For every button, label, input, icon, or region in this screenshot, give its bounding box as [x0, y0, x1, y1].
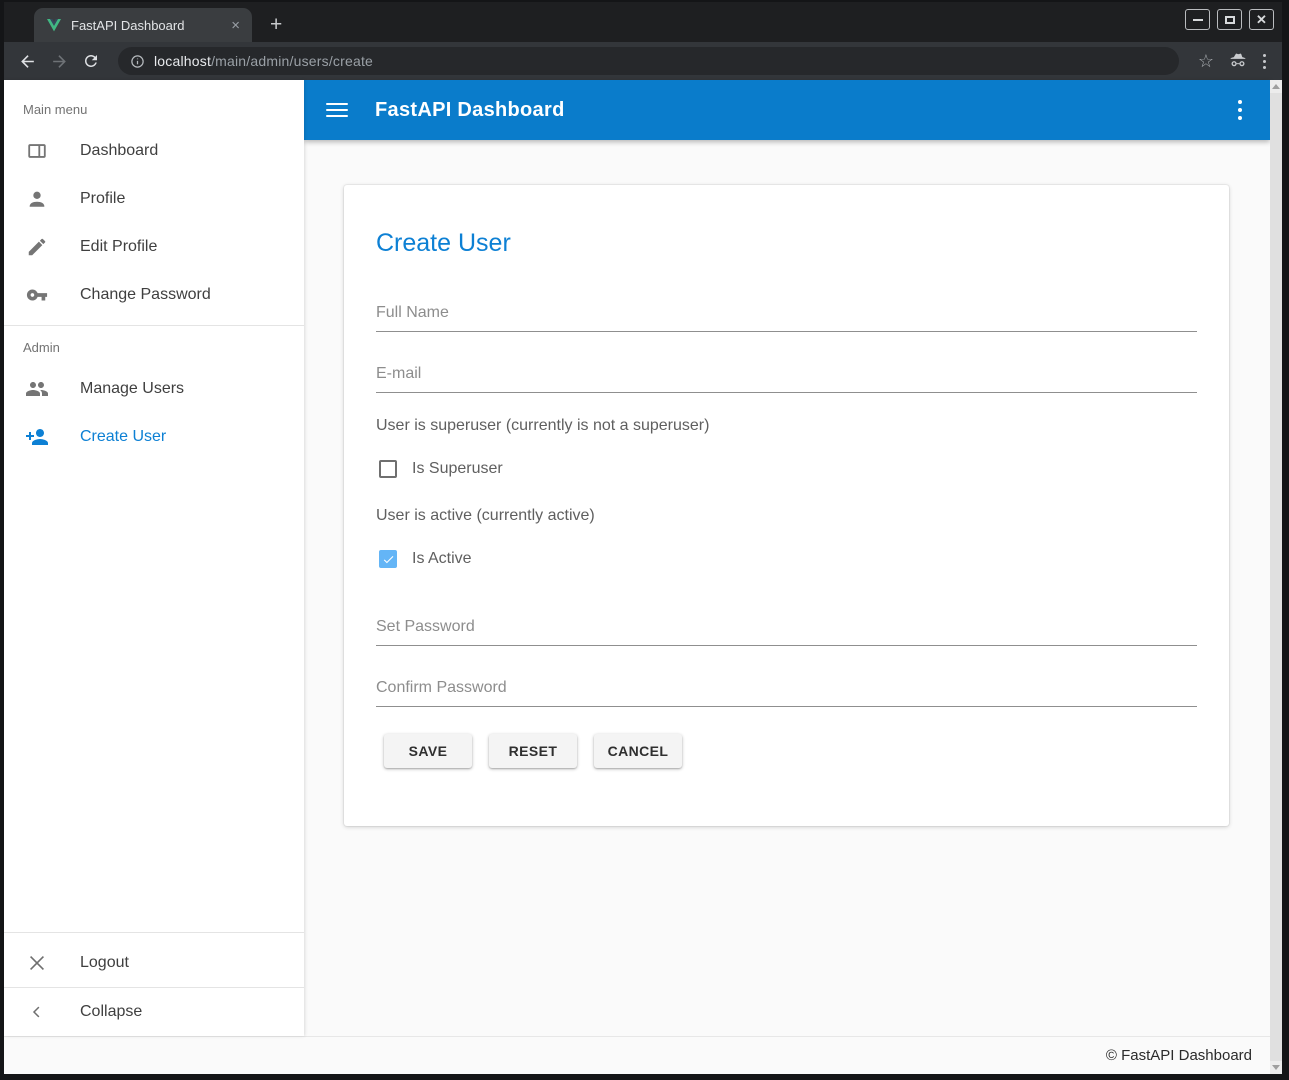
window-close-button[interactable]: ✕: [1249, 9, 1274, 30]
url-path: /main/admin/users/create: [211, 53, 373, 69]
sidebar-item-label: Profile: [80, 190, 125, 208]
browser-menu-icon[interactable]: [1257, 54, 1272, 69]
tab-strip: FastAPI Dashboard × + ✕: [4, 2, 1282, 42]
sidebar-item-create-user[interactable]: Create User: [4, 413, 304, 461]
sidebar: Main menu Dashboard Profile: [4, 80, 304, 1036]
person-icon: [25, 187, 49, 211]
key-icon: [25, 283, 49, 307]
is-active-checkbox[interactable]: Is Active: [379, 550, 1197, 568]
is-superuser-checkbox[interactable]: Is Superuser: [379, 460, 1197, 478]
minimize-button[interactable]: [1185, 9, 1210, 30]
sidebar-item-manage-users[interactable]: Manage Users: [4, 365, 304, 413]
page: Main menu Dashboard Profile: [4, 80, 1282, 1074]
sidebar-item-label: Manage Users: [80, 380, 184, 398]
browser-toolbar: localhost/main/admin/users/create ☆: [4, 42, 1282, 80]
forward-icon[interactable]: [46, 48, 72, 74]
set-password-field[interactable]: [376, 608, 1197, 646]
window-controls: ✕: [1185, 9, 1274, 30]
page-footer: © FastAPI Dashboard: [4, 1036, 1282, 1074]
sidebar-item-logout[interactable]: Logout: [4, 939, 304, 987]
browser-window: FastAPI Dashboard × + ✕ localhost/main/a…: [0, 0, 1289, 1080]
page-body: Main menu Dashboard Profile: [4, 80, 1282, 1036]
sidebar-item-change-password[interactable]: Change Password: [4, 271, 304, 319]
address-bar[interactable]: localhost/main/admin/users/create: [118, 47, 1179, 75]
app-title: FastAPI Dashboard: [375, 99, 565, 122]
bookmark-star-icon[interactable]: ☆: [1193, 48, 1219, 74]
close-icon: [25, 951, 49, 975]
sidebar-item-label: Collapse: [80, 1003, 142, 1021]
sidebar-item-profile[interactable]: Profile: [4, 175, 304, 223]
tab-close-icon[interactable]: ×: [229, 18, 242, 33]
sidebar-item-collapse[interactable]: Collapse: [4, 988, 304, 1036]
active-hint: User is active (currently active): [376, 507, 1197, 525]
form-actions: SAVE RESET CANCEL: [384, 734, 1197, 768]
main-area: FastAPI Dashboard Create User User is su…: [304, 80, 1270, 1036]
menu-icon[interactable]: [326, 103, 348, 117]
info-icon[interactable]: [130, 54, 145, 69]
new-tab-button[interactable]: +: [270, 14, 282, 35]
pencil-icon: [25, 235, 49, 259]
scrollbar-up-icon[interactable]: [1272, 84, 1280, 89]
superuser-hint: User is superuser (currently is not a su…: [376, 417, 1197, 435]
save-button[interactable]: SAVE: [384, 734, 472, 768]
copyright-text: © FastAPI Dashboard: [1106, 1047, 1252, 1064]
scrollbar-down-icon[interactable]: [1272, 1065, 1280, 1070]
divider: [4, 325, 304, 326]
tab-title: FastAPI Dashboard: [71, 18, 220, 33]
people-icon: [25, 377, 49, 401]
checkbox-unchecked-icon[interactable]: [379, 460, 397, 478]
page-title: Create User: [376, 229, 1197, 258]
back-icon[interactable]: [14, 48, 40, 74]
cancel-button[interactable]: CANCEL: [594, 734, 682, 768]
checkbox-checked-icon[interactable]: [379, 550, 397, 568]
app-menu-icon[interactable]: [1230, 100, 1250, 120]
checkbox-label: Is Active: [412, 550, 472, 568]
checkbox-label: Is Superuser: [412, 460, 503, 478]
sidebar-item-dashboard[interactable]: Dashboard: [4, 127, 304, 175]
reload-icon[interactable]: [78, 48, 104, 74]
confirm-password-field[interactable]: [376, 669, 1197, 707]
scrollbar[interactable]: [1270, 80, 1282, 1074]
incognito-icon: [1225, 48, 1251, 74]
chevron-left-icon: [25, 1000, 49, 1024]
dashboard-icon: [25, 139, 49, 163]
url-text: localhost/main/admin/users/create: [154, 53, 373, 69]
url-host: localhost: [154, 53, 211, 69]
sidebar-section-label-admin: Admin: [4, 332, 304, 365]
person-add-icon: [25, 425, 49, 449]
sidebar-item-label: Logout: [80, 954, 129, 972]
maximize-button[interactable]: [1217, 9, 1242, 30]
divider: [4, 932, 304, 933]
sidebar-section-label-main: Main menu: [4, 94, 304, 127]
vue-favicon-icon: [46, 17, 62, 33]
create-user-card: Create User User is superuser (currently…: [344, 185, 1229, 826]
app-header: FastAPI Dashboard: [304, 80, 1270, 140]
scrollbar-thumb[interactable]: [1270, 93, 1282, 1061]
browser-tab[interactable]: FastAPI Dashboard ×: [34, 8, 252, 42]
sidebar-item-label: Change Password: [80, 286, 211, 304]
sidebar-item-label: Create User: [80, 428, 166, 446]
email-field[interactable]: [376, 355, 1197, 393]
content-area: Create User User is superuser (currently…: [304, 140, 1270, 1036]
reset-button[interactable]: RESET: [489, 734, 577, 768]
sidebar-item-label: Dashboard: [80, 142, 158, 160]
sidebar-item-label: Edit Profile: [80, 238, 157, 256]
sidebar-item-edit-profile[interactable]: Edit Profile: [4, 223, 304, 271]
full-name-field[interactable]: [376, 294, 1197, 332]
